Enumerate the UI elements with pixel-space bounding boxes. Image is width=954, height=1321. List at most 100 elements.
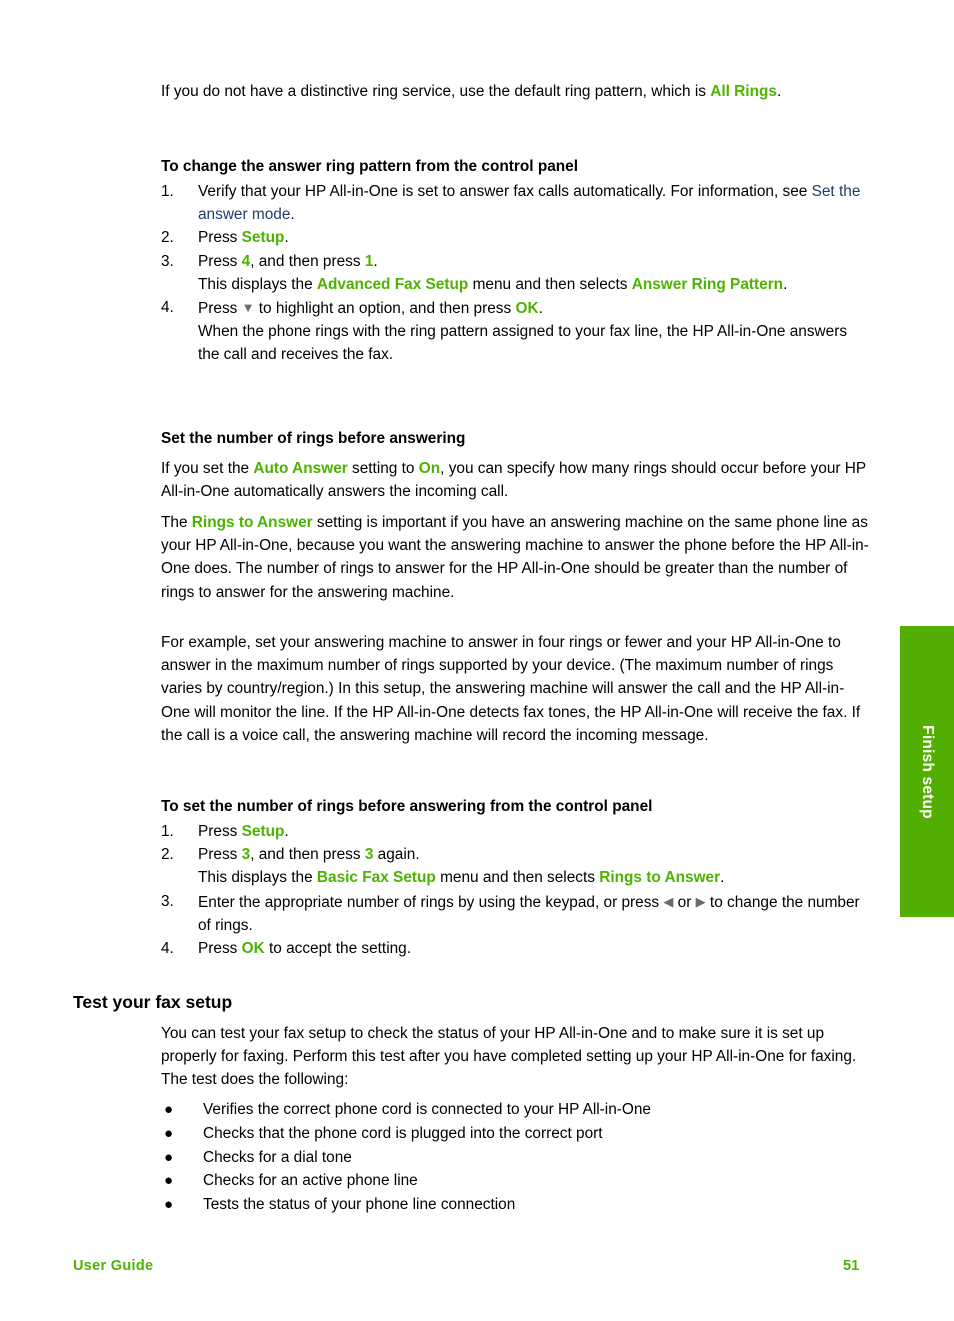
step-text-a: Press [198, 252, 242, 270]
emphasis-answer-ring-pattern: Answer Ring Pattern [631, 275, 784, 293]
list-item: 3. Press 4, and then press 1. This displ… [161, 250, 870, 296]
list-item: ● Checks that the phone cord is plugged i… [161, 1122, 870, 1146]
step-text-c: . [538, 300, 543, 318]
step-number: 1. [161, 823, 174, 840]
step-text-b: or [673, 893, 696, 911]
section2-para2: The Rings to Answer setting is important… [161, 511, 870, 604]
step-text-a: Press [198, 940, 242, 958]
emphasis-ok: OK [241, 940, 265, 958]
para-text-a: The [161, 514, 192, 531]
emphasis-rings-to-answer: Rings to Answer [599, 869, 721, 887]
intro-text-part2: . [776, 83, 782, 100]
section3-steps-wrap: 1. Press Setup. 2. Press 3, and then pre… [161, 820, 870, 960]
section1-step-list: 1. Verify that your HP All-in-One is set… [161, 180, 870, 367]
left-triangle-icon: ◀ [663, 893, 674, 909]
intro-paragraph: If you do not have a distinctive ring se… [161, 80, 870, 103]
footer-page-number: 51 [843, 1258, 860, 1274]
section4-para1: You can test your fax setup to check the… [161, 1025, 857, 1089]
bullet-icon: ● [164, 1101, 174, 1118]
step-text-b: to accept the setting. [264, 940, 412, 958]
step-text-a: Enter the appropriate number of rings by… [198, 893, 664, 911]
para-text-a: If you set the [161, 460, 254, 477]
step-number: 1. [161, 183, 174, 200]
footer-user-guide-label: User Guide [73, 1258, 154, 1274]
list-item: 2. Press Setup. [161, 226, 870, 249]
step-text-c: . [373, 252, 378, 270]
section1-steps-wrap: 1. Verify that your HP All-in-One is set… [161, 180, 870, 367]
para-text-b: setting to [347, 460, 419, 477]
emphasis-on: On [418, 460, 441, 477]
step-text-b: . [284, 823, 289, 840]
section2-heading: Set the number of rings before answering [161, 430, 466, 447]
step-text-a: Verify that your HP All-in-One is set to… [198, 183, 812, 200]
step-text-b: to highlight an option, and then press [254, 300, 516, 318]
section4-para1-wrap: You can test your fax setup to check the… [161, 1022, 870, 1092]
section2-para3-wrap: For example, set your answering machine … [161, 631, 870, 747]
list-item: 3. Enter the appropriate number of rings… [161, 890, 870, 937]
emphasis-rings-to-answer: Rings to Answer [191, 514, 313, 531]
step-number: 3. [161, 252, 174, 270]
intro-text: If you do not have a distinctive ring se… [161, 80, 870, 103]
document-page: Finish setup If you do not have a distin… [0, 0, 954, 1321]
step-number: 4. [161, 299, 174, 317]
step-text-a: Press [198, 229, 242, 247]
step-number: 2. [161, 846, 174, 864]
side-tab-finish-setup: Finish setup [900, 626, 954, 917]
intro-emphasis-all-rings: All Rings [710, 83, 777, 100]
bullet-icon: ● [164, 1172, 174, 1190]
step-substep: This displays the Basic Fax Setup menu a… [198, 866, 870, 889]
bullet-text: Checks for an active phone line [203, 1172, 418, 1190]
section3-heading-wrap: To set the number of rings before answer… [161, 795, 870, 818]
bullet-icon: ● [164, 1124, 174, 1142]
step-text-a: Press [198, 300, 242, 318]
section3-heading: To set the number of rings before answer… [161, 798, 653, 815]
step-substep: When the phone rings with the ring patte… [198, 323, 848, 364]
down-triangle-icon: ▼ [241, 300, 255, 316]
section2-para2-wrap: The Rings to Answer setting is important… [161, 511, 870, 604]
substep-text-b: menu and then selects [435, 869, 600, 887]
step-text-b: , and then press [250, 846, 365, 864]
side-tab-label: Finish setup [919, 724, 936, 819]
section1-heading-wrap: To change the answer ring pattern from t… [161, 155, 870, 178]
emphasis-setup: Setup [241, 823, 285, 840]
list-item: ● Checks for a dial tone [161, 1146, 870, 1170]
list-item: ● Tests the status of your phone line con… [161, 1193, 870, 1217]
bullet-icon: ● [164, 1148, 174, 1166]
intro-text-part1: If you do not have a distinctive ring se… [161, 83, 711, 100]
step-text-b: . [284, 229, 289, 247]
bullet-text: Tests the status of your phone line conn… [203, 1196, 516, 1214]
step-text-a: Press [198, 846, 242, 864]
step-text-b: . [290, 206, 295, 224]
substep-text-a: This displays the [198, 869, 317, 887]
bullet-text: Checks that the phone cord is plugged in… [203, 1124, 603, 1142]
section2-para3: For example, set your answering machine … [161, 634, 861, 744]
section3-step-list: 1. Press Setup. 2. Press 3, and then pre… [161, 820, 870, 960]
list-item: 4. Press OK to accept the setting. [161, 937, 870, 960]
step-substep: This displays the Advanced Fax Setup men… [198, 273, 870, 296]
emphasis-key-3: 3 [241, 846, 251, 864]
emphasis-auto-answer: Auto Answer [253, 460, 348, 477]
emphasis-key-4: 4 [241, 252, 251, 270]
right-triangle-icon: ▶ [695, 893, 706, 909]
emphasis-basic-fax-setup: Basic Fax Setup [316, 869, 436, 887]
list-item: ● Verifies the correct phone cord is conn… [161, 1098, 870, 1122]
section4-bullets-wrap: ● Verifies the correct phone cord is conn… [161, 1098, 870, 1217]
emphasis-ok: OK [515, 300, 539, 318]
step-text-b: , and then press [250, 252, 365, 270]
section2-para1: If you set the Auto Answer setting to On… [161, 457, 870, 503]
step-text-a: Press [198, 823, 242, 840]
list-item: 2. Press 3, and then press 3 again. This… [161, 843, 870, 889]
section2-heading-wrap: Set the number of rings before answering [161, 427, 870, 450]
list-item: 4. Press ▼ to highlight an option, and t… [161, 296, 870, 367]
section1-heading: To change the answer ring pattern from t… [161, 158, 579, 175]
step-text-c: again. [373, 846, 420, 864]
step-number: 2. [161, 229, 174, 247]
bullet-text: Checks for a dial tone [203, 1148, 352, 1166]
substep-text-c: . [783, 275, 788, 293]
bullet-text: Verifies the correct phone cord is conne… [203, 1101, 651, 1118]
list-item: 1. Press Setup. [161, 820, 870, 843]
emphasis-advanced-fax-setup: Advanced Fax Setup [316, 275, 469, 293]
substep-text-c: . [720, 869, 725, 887]
page-footer: User Guide 51 [0, 1258, 954, 1282]
section4-bullet-list: ● Verifies the correct phone cord is conn… [161, 1098, 870, 1217]
